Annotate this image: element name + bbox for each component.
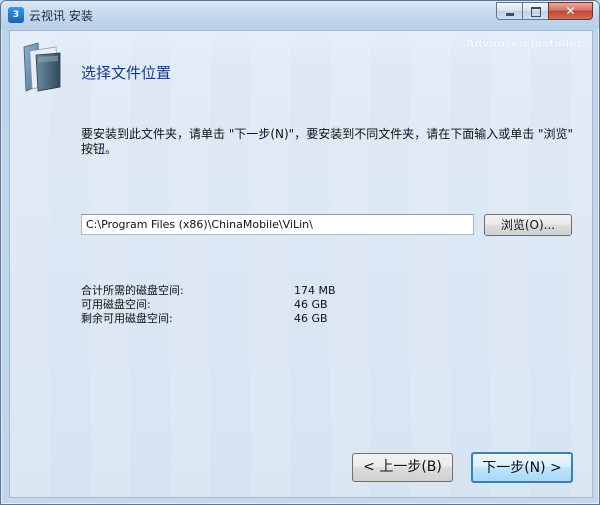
advanced-installer-brand: Advanced Installer <box>465 37 582 50</box>
browse-button[interactable]: 浏览(O)... <box>484 214 572 236</box>
installer-window: 3 云视讯 安装 ✕ Advanced Installer 选择文件位置 要安装… <box>0 0 600 505</box>
next-button[interactable]: 下一步(N) > <box>471 452 573 483</box>
wizard-content: Advanced Installer 选择文件位置 要安装到此文件夹，请单击 "… <box>9 30 593 498</box>
disk-space-label: 可用磁盘空间: <box>81 298 151 311</box>
disk-space-label: 剩余可用磁盘空间: <box>81 312 173 325</box>
disk-space-value: 46 GB <box>294 312 328 325</box>
disk-space-label: 合计所需的磁盘空间: <box>81 284 184 297</box>
install-path-input[interactable]: C:\Program Files (x86)\ChinaMobile\ViLin… <box>81 214 474 235</box>
page-title: 选择文件位置 <box>81 64 172 82</box>
minimize-button[interactable] <box>496 2 522 20</box>
close-button[interactable]: ✕ <box>548 2 593 20</box>
disk-space-value: 46 GB <box>294 298 328 311</box>
title-bar[interactable]: 3 云视讯 安装 ✕ <box>1 1 599 29</box>
close-icon: ✕ <box>565 4 576 18</box>
disk-space-value: 174 MB <box>294 284 336 297</box>
folder-icon <box>23 42 61 92</box>
maximize-icon <box>531 7 541 17</box>
instruction-text: 要安装到此文件夹，请单击 "下一步(N)"，要安装到不同文件夹，请在下面输入或单… <box>81 127 574 156</box>
app-icon: 3 <box>8 7 24 23</box>
maximize-button[interactable] <box>522 2 548 20</box>
minimize-icon <box>506 13 514 16</box>
back-button[interactable]: < 上一步(B) <box>352 453 453 482</box>
window-title: 云视讯 安装 <box>29 9 93 23</box>
